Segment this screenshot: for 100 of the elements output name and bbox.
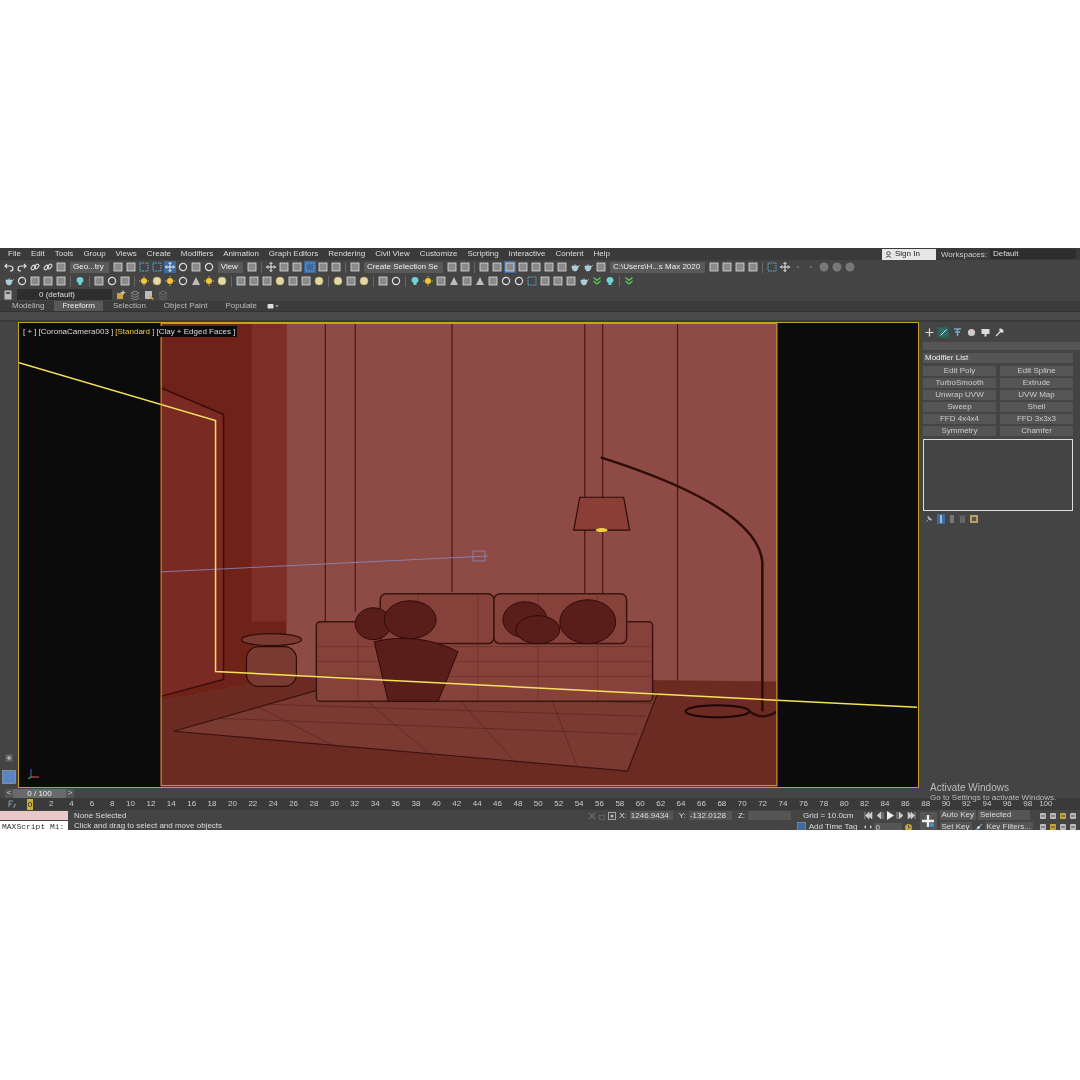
set-key-mode-button[interactable]: Set Key (939, 822, 972, 830)
cone-icon[interactable] (190, 275, 202, 287)
move-arrows-icon[interactable] (779, 261, 792, 273)
square-tool-icon[interactable] (435, 275, 447, 287)
teapot-icon[interactable] (569, 261, 582, 273)
undo-icon[interactable] (3, 261, 15, 273)
square-tool-icon[interactable] (504, 261, 517, 273)
modifier-button[interactable]: TurboSmooth (923, 378, 996, 388)
absolute-mode-icon[interactable] (608, 811, 617, 820)
square-tool-icon[interactable] (377, 275, 389, 287)
square-tool-icon[interactable] (487, 275, 499, 287)
redo-icon[interactable] (16, 261, 28, 273)
menu-item[interactable]: Modifiers (175, 250, 219, 258)
z-coordinate-field[interactable] (748, 811, 792, 820)
square-tool-icon[interactable] (734, 261, 747, 273)
ribbon-tab[interactable]: Populate (217, 301, 265, 311)
x-coordinate-field[interactable]: 1246.9434 (629, 811, 673, 820)
maxscript-listener-field[interactable] (0, 810, 68, 820)
viewport-navigation-icon[interactable] (1039, 822, 1047, 830)
sphere-icon[interactable] (274, 275, 286, 287)
key-mode-dropdown[interactable]: Selected (978, 810, 1030, 820)
menu-item[interactable]: Tools (49, 250, 79, 258)
ribbon-options-icon[interactable] (267, 302, 279, 310)
square-tool-icon[interactable] (478, 261, 491, 273)
square-tool-icon[interactable] (708, 261, 721, 273)
dashed-frame-icon[interactable] (303, 261, 316, 273)
square-tool-icon[interactable] (345, 275, 357, 287)
bulb-icon[interactable] (604, 275, 616, 287)
ring-icon[interactable] (202, 261, 215, 273)
ring-icon[interactable] (500, 275, 512, 287)
modifier-icon[interactable] (937, 326, 949, 338)
configure-icon[interactable] (970, 515, 978, 523)
modifier-button[interactable]: FFD 3x3x3 (1000, 414, 1073, 424)
menu-item[interactable]: File (3, 250, 26, 258)
double-chevron-icon[interactable] (591, 275, 603, 287)
square-tool-icon[interactable] (552, 275, 564, 287)
menu-item[interactable]: Graph Editors (263, 250, 324, 258)
menu-item[interactable]: Interactive (503, 250, 551, 258)
square-tool-icon[interactable] (42, 275, 54, 287)
square-tool-icon[interactable] (277, 261, 290, 273)
viewport-label[interactable]: [Standard ] (115, 327, 155, 336)
current-frame-field[interactable]: 0 (873, 822, 902, 830)
modifier-button[interactable]: FFD 4x4x4 (923, 414, 996, 424)
square-tool-icon[interactable] (461, 275, 473, 287)
square-tool-icon[interactable] (595, 261, 608, 273)
viewport-navigation-icon[interactable] (1049, 811, 1057, 820)
ribbon-tab[interactable]: Freeform (54, 301, 103, 311)
add-layer-icon[interactable] (116, 289, 126, 300)
previous-frame-button[interactable]: < (5, 788, 13, 798)
square-tool-icon[interactable] (459, 261, 472, 273)
square-tool-icon[interactable] (721, 261, 734, 273)
toolbar-dropdown[interactable]: C:\Users\H...s Max 2020 (610, 261, 706, 273)
ring-icon[interactable] (106, 275, 118, 287)
viewport[interactable]: [ + ] [CoronaCamera003 ] [Standard ] [Clay + Edged Faces ] (18, 322, 919, 788)
modifier-button[interactable]: Extrude (1000, 378, 1073, 388)
next-frame-button[interactable]: > (66, 788, 74, 798)
previous-frame-icon[interactable] (874, 811, 884, 819)
maxscript-mini-listener[interactable]: MAXScript Mi: (0, 820, 68, 830)
viewport-navigation-icon[interactable] (1059, 822, 1067, 830)
move-arrows-icon[interactable] (264, 261, 277, 273)
menu-item[interactable]: Group (78, 250, 111, 258)
cone-icon[interactable] (474, 275, 486, 287)
teapot-icon[interactable] (3, 275, 15, 287)
square-tool-icon[interactable] (565, 275, 577, 287)
square-tool-icon[interactable] (124, 261, 137, 273)
auto-key-button[interactable]: Auto Key (939, 810, 976, 820)
square-tool-icon[interactable] (300, 275, 312, 287)
square-tool-icon[interactable] (446, 261, 459, 273)
square-tool-icon[interactable] (348, 261, 361, 273)
square-tool-icon[interactable] (111, 261, 124, 273)
square-tool-icon[interactable] (245, 261, 258, 273)
square-tool-icon[interactable] (543, 261, 556, 273)
square-tool-icon[interactable] (55, 261, 67, 273)
square-tool-icon[interactable] (55, 275, 67, 287)
square-tool-icon[interactable] (189, 261, 202, 273)
ribbon-tab[interactable]: Modeling (4, 301, 53, 311)
menu-item[interactable]: Help (588, 250, 615, 258)
square-tool-icon[interactable] (316, 261, 329, 273)
square-tool-icon[interactable] (93, 275, 105, 287)
pin-icon[interactable] (925, 515, 933, 523)
toolbar-dropdown[interactable]: View (217, 261, 243, 273)
chain-link-icon[interactable] (29, 261, 41, 273)
modifier-button[interactable]: Edit Poly (923, 366, 996, 376)
ring-icon[interactable] (177, 275, 189, 287)
menu-item[interactable]: Customize (414, 250, 463, 258)
layer-select-icon[interactable] (144, 289, 154, 300)
modifier-button[interactable]: Unwrap UVW (923, 390, 996, 400)
go-to-end-icon[interactable] (906, 811, 916, 819)
menu-item[interactable]: Content (550, 250, 589, 258)
chain-link-icon[interactable] (42, 261, 54, 273)
square-tool-icon[interactable] (235, 275, 247, 287)
sphere-icon[interactable] (332, 275, 344, 287)
menu-item[interactable]: Views (110, 250, 142, 258)
toolbar-dropdown[interactable]: Create Selection Se (363, 261, 444, 273)
curve-editor-icon[interactable] (8, 800, 17, 808)
modifier-button[interactable]: Symmetry (923, 426, 996, 436)
current-frame-marker[interactable]: 0 (27, 798, 33, 810)
ring-icon[interactable] (176, 261, 189, 273)
ring-icon[interactable] (513, 275, 525, 287)
sphere-icon[interactable] (358, 275, 370, 287)
